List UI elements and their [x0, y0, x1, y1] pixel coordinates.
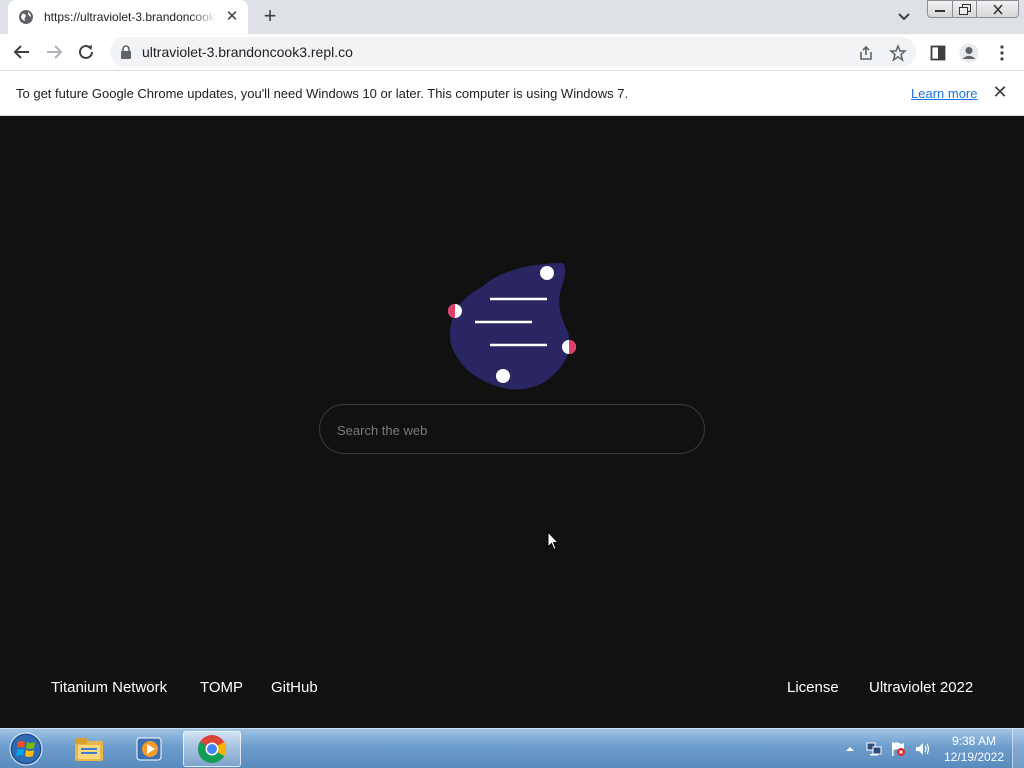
footer-link-tomp[interactable]: TOMP	[200, 679, 243, 696]
clock-date: 12/19/2022	[943, 750, 1005, 764]
forward-button[interactable]	[42, 40, 66, 64]
new-tab-button[interactable]: +	[258, 5, 282, 29]
share-icon[interactable]	[857, 44, 875, 62]
side-panel-icon[interactable]	[928, 43, 948, 63]
start-orb[interactable]	[6, 731, 46, 767]
bookmark-star-icon[interactable]	[889, 44, 907, 62]
profile-avatar-icon[interactable]	[959, 43, 979, 63]
window-close-button[interactable]	[976, 0, 1019, 18]
chrome-icon	[198, 735, 226, 763]
show-hidden-icons-icon[interactable]	[844, 743, 856, 755]
tab-search-chevron-icon[interactable]	[894, 8, 914, 26]
page-content: Titanium Network TOMP GitHub License Ult…	[0, 116, 1024, 728]
footer-copyright: Ultraviolet 2022	[869, 679, 974, 696]
browser-tab[interactable]: https://ultraviolet-3.brandoncook3.repl.…	[8, 0, 248, 34]
learn-more-link[interactable]: Learn more	[911, 86, 977, 101]
reload-icon	[79, 44, 93, 59]
back-button[interactable]	[10, 40, 34, 64]
url-text[interactable]: ultraviolet-3.brandoncook3.repl.co	[142, 44, 353, 60]
infobar-message: To get future Google Chrome updates, you…	[16, 86, 629, 101]
windows-taskbar: 9:38 AM 12/19/2022	[0, 728, 1024, 768]
globe-icon	[19, 10, 33, 24]
mouse-cursor-icon	[547, 531, 559, 551]
search-box[interactable]	[319, 404, 705, 454]
menu-kebab-icon[interactable]	[992, 43, 1012, 63]
clock-time: 9:38 AM	[951, 734, 997, 748]
browser-toolbar: ultraviolet-3.brandoncook3.repl.co	[0, 34, 1024, 71]
update-infobar: To get future Google Chrome updates, you…	[0, 71, 1024, 116]
show-desktop-button[interactable]	[1012, 729, 1024, 768]
explorer-taskbar-button[interactable]	[60, 731, 118, 767]
explorer-icon	[75, 738, 103, 761]
window-restore-button[interactable]	[952, 0, 977, 18]
footer-link-github[interactable]: GitHub	[271, 679, 318, 696]
infobar-close-icon[interactable]: ✕	[991, 83, 1009, 101]
screen: https://ultraviolet-3.brandoncook3.repl.…	[0, 0, 1024, 768]
window-minimize-button[interactable]	[927, 0, 953, 18]
lock-icon[interactable]	[120, 45, 132, 59]
address-bar[interactable]: ultraviolet-3.brandoncook3.repl.co	[110, 37, 916, 67]
network-icon[interactable]	[866, 741, 882, 757]
action-center-flag-icon[interactable]	[890, 741, 906, 757]
tab-close-icon[interactable]: ✕	[224, 9, 240, 25]
chrome-taskbar-button[interactable]	[183, 731, 241, 767]
footer-link-license[interactable]: License	[787, 679, 839, 696]
volume-icon[interactable]	[914, 741, 930, 757]
search-input[interactable]	[337, 419, 687, 441]
tab-strip: https://ultraviolet-3.brandoncook3.repl.…	[0, 0, 1024, 34]
tab-title: https://ultraviolet-3.brandoncook3.repl.…	[44, 10, 216, 24]
footer-link-titanium-network[interactable]: Titanium Network	[51, 679, 167, 696]
back-arrow-icon	[13, 45, 29, 59]
media-player-icon	[136, 737, 162, 761]
system-clock[interactable]: 9:38 AM 12/19/2022	[938, 733, 1010, 765]
media-player-taskbar-button[interactable]	[120, 731, 178, 767]
ultraviolet-logo	[448, 261, 576, 391]
forward-arrow-icon	[47, 45, 63, 59]
reload-button[interactable]	[74, 40, 98, 64]
